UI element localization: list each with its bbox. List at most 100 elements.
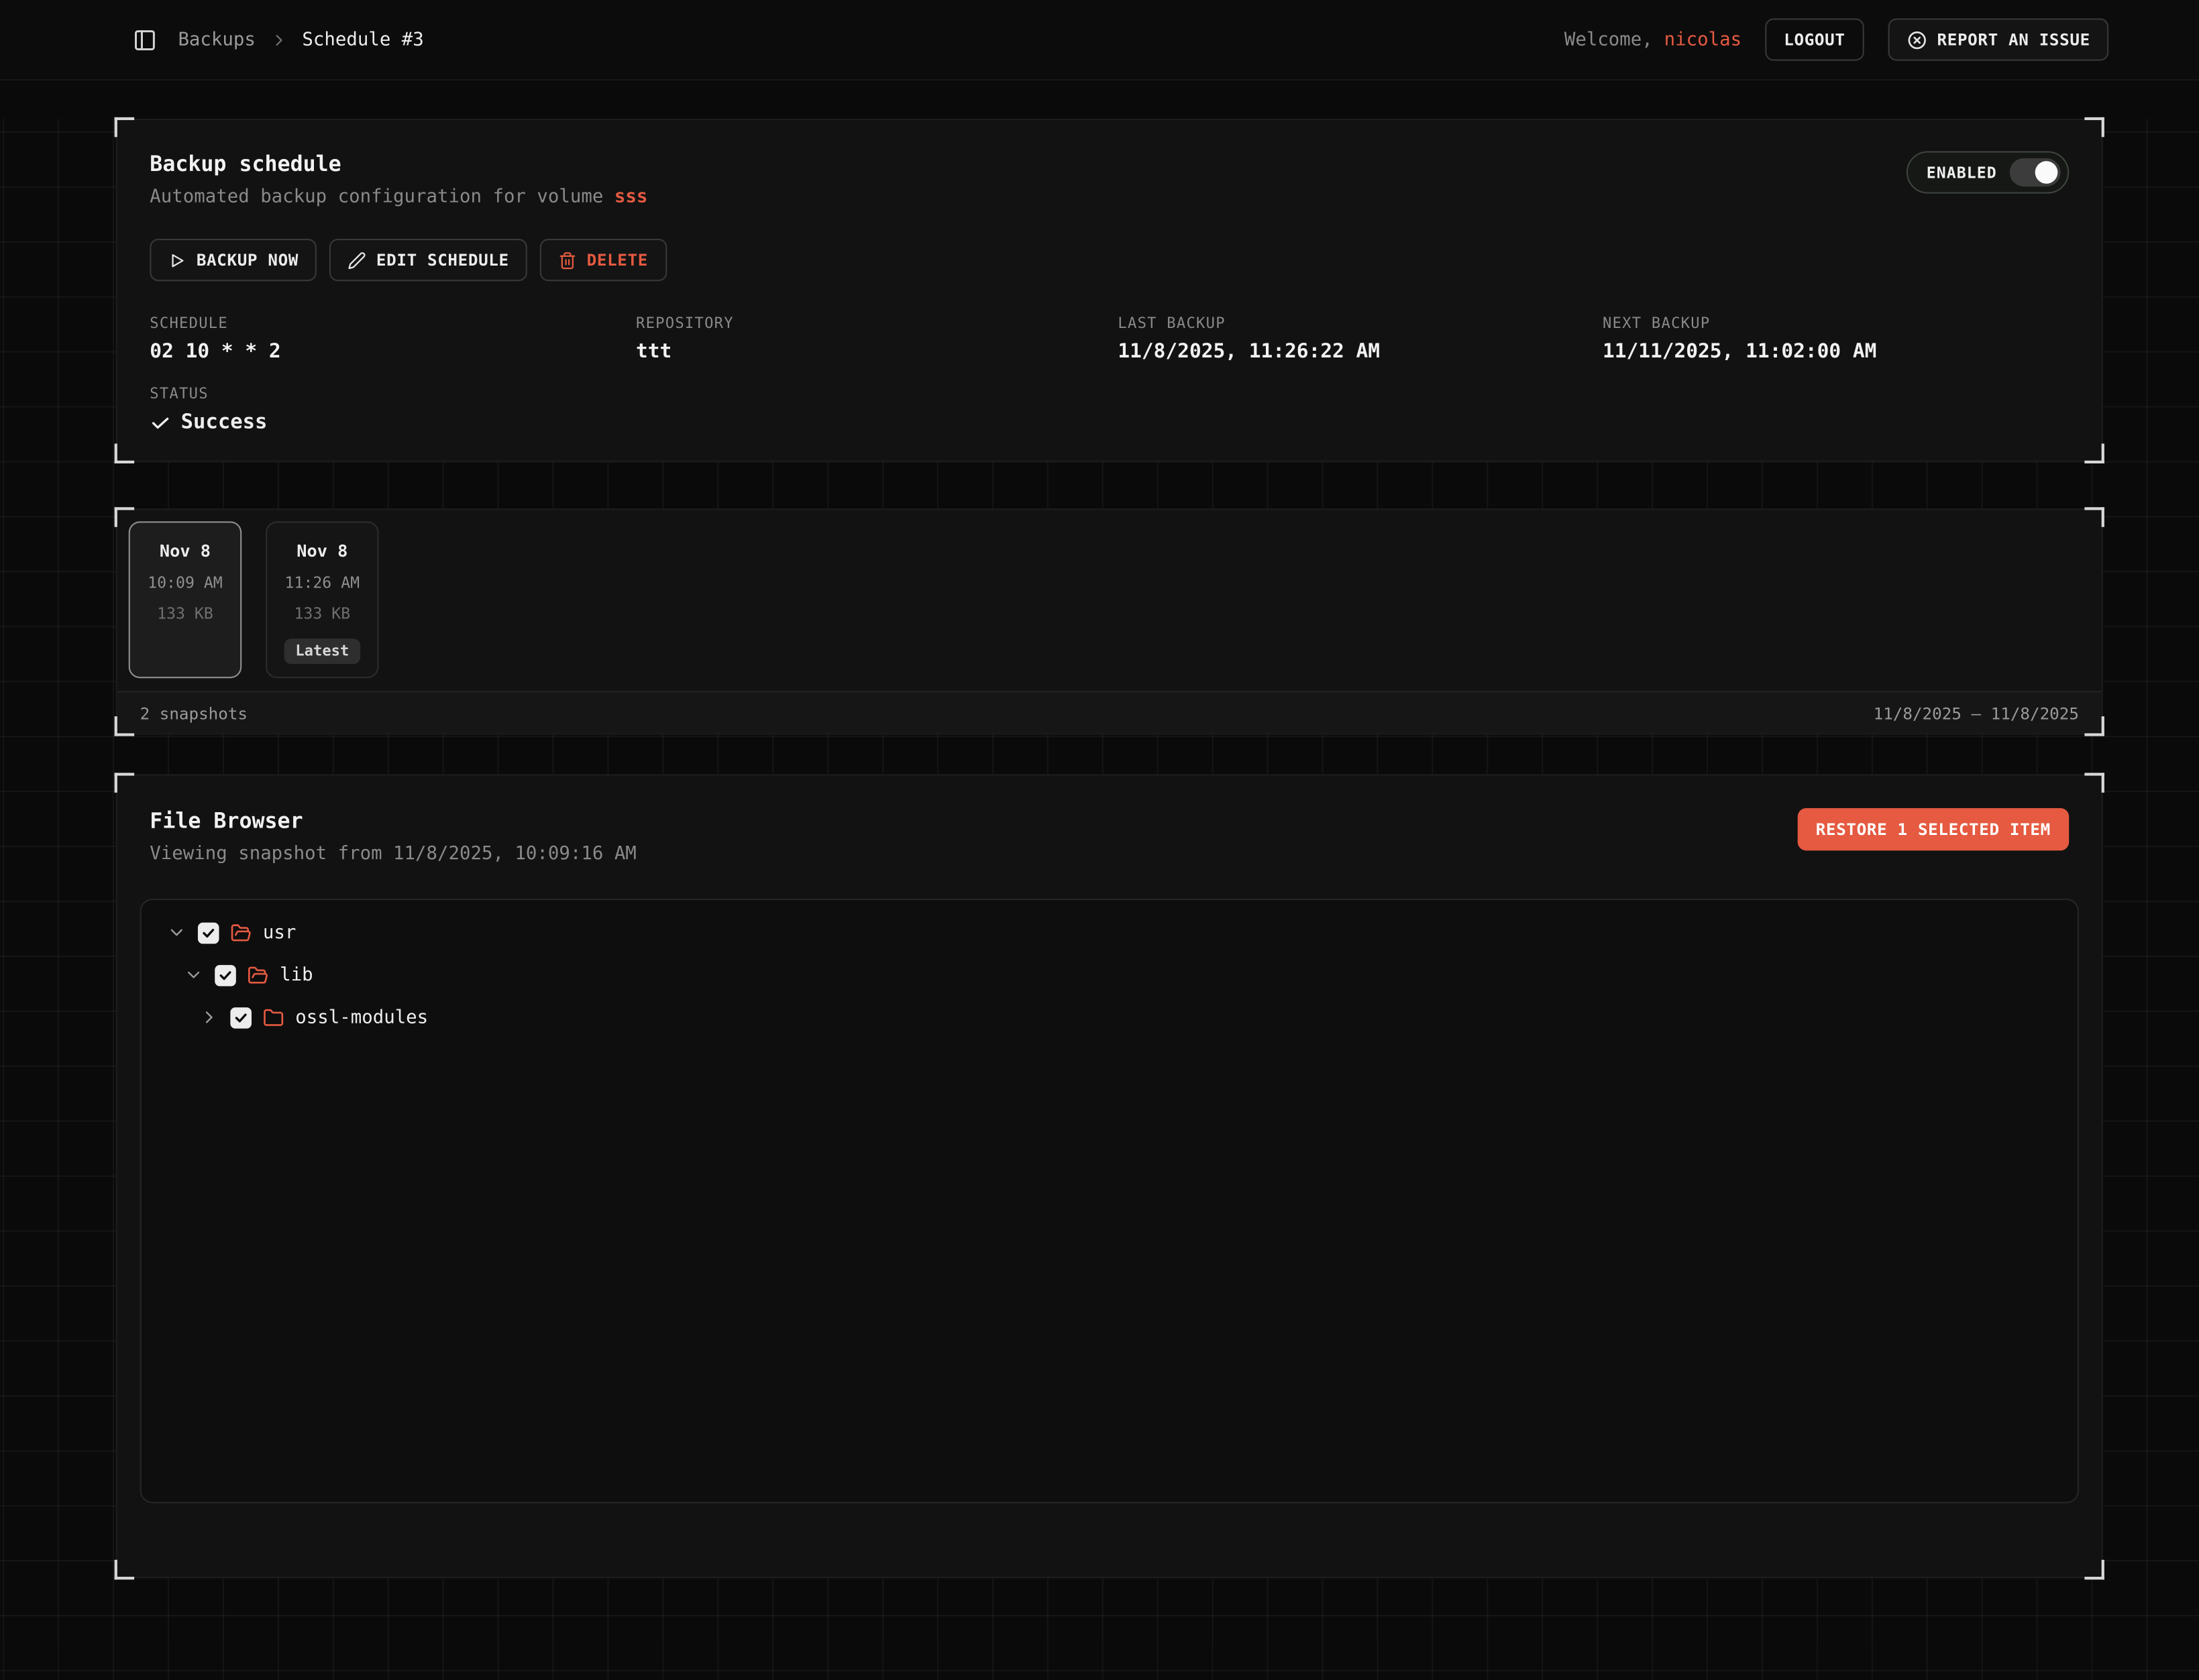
backup-now-button[interactable]: BACKUP NOW bbox=[150, 239, 317, 281]
corner-bracket bbox=[115, 1560, 134, 1579]
corner-bracket bbox=[115, 716, 134, 736]
folder-open-icon bbox=[248, 964, 269, 986]
delete-label: DELETE bbox=[587, 250, 648, 270]
username: nicolas bbox=[1664, 29, 1741, 50]
logout-label: LOGOUT bbox=[1784, 30, 1845, 49]
latest-badge: Latest bbox=[284, 638, 361, 664]
field-value: ttt bbox=[636, 341, 1118, 363]
schedule-card-title: Backup schedule bbox=[150, 151, 647, 176]
chevron-right-icon bbox=[270, 30, 288, 48]
corner-bracket bbox=[115, 507, 134, 526]
toggle-switch[interactable] bbox=[2010, 158, 2061, 186]
backup-now-label: BACKUP NOW bbox=[197, 250, 299, 270]
pencil-icon bbox=[348, 251, 366, 269]
edit-schedule-label: EDIT SCHEDULE bbox=[376, 250, 509, 270]
restore-button[interactable]: RESTORE 1 SELECTED ITEM bbox=[1797, 808, 2069, 850]
top-bar: Backups Schedule #3 Welcome, nicolas LOG… bbox=[0, 0, 2199, 80]
volume-name: sss bbox=[614, 186, 647, 208]
subtitle-prefix: Automated backup configuration for volum… bbox=[150, 186, 603, 208]
schedule-card-header: Backup schedule Automated backup configu… bbox=[150, 151, 2069, 207]
snapshot-size: 133 KB bbox=[157, 605, 213, 623]
snapshots-card: Nov 8 10:09 AM 133 KB Nov 8 11:26 AM 133… bbox=[116, 508, 2103, 734]
report-issue-label: REPORT AN ISSUE bbox=[1937, 30, 2090, 49]
snapshot-range: 11/8/2025 – 11/8/2025 bbox=[1874, 703, 2079, 722]
enabled-label: ENABLED bbox=[1927, 163, 1997, 181]
panel-left-icon bbox=[132, 27, 156, 52]
field-value: 02 10 * * 2 bbox=[150, 341, 636, 363]
field-last-backup: LAST BACKUP 11/8/2025, 11:26:22 AM bbox=[1118, 315, 1603, 363]
tree-checkbox[interactable] bbox=[230, 1007, 252, 1028]
field-next-backup: NEXT BACKUP 11/11/2025, 11:02:00 AM bbox=[1603, 315, 2069, 363]
tree-row-ossl-modules[interactable]: ossl-modules bbox=[142, 996, 2078, 1038]
tree-label: ossl-modules bbox=[295, 1007, 428, 1028]
snapshot-tile-selected[interactable]: Nov 8 10:09 AM 133 KB bbox=[129, 521, 242, 678]
field-repository: REPOSITORY ttt bbox=[636, 315, 1118, 363]
schedule-actions: BACKUP NOW EDIT SCHEDULE DELETE bbox=[150, 239, 2069, 281]
field-schedule: SCHEDULE 02 10 * * 2 bbox=[150, 315, 636, 363]
corner-bracket bbox=[2084, 1560, 2104, 1579]
enabled-toggle[interactable]: ENABLED bbox=[1907, 151, 2069, 193]
backup-schedule-card: Backup schedule Automated backup configu… bbox=[116, 119, 2103, 462]
topbar-right: Welcome, nicolas LOGOUT REPORT AN ISSUE bbox=[1564, 18, 2108, 60]
file-browser-title: File Browser bbox=[150, 808, 636, 834]
corner-bracket bbox=[115, 773, 134, 792]
snapshot-time: 10:09 AM bbox=[148, 573, 223, 592]
status-value: Success bbox=[150, 411, 2069, 434]
breadcrumb: Backups Schedule #3 bbox=[178, 29, 423, 50]
schedule-card-subtitle: Automated backup configuration for volum… bbox=[150, 186, 647, 208]
field-label: NEXT BACKUP bbox=[1603, 315, 2069, 332]
chevron-right-icon[interactable] bbox=[199, 1007, 219, 1027]
corner-bracket bbox=[2084, 773, 2104, 792]
breadcrumb-current: Schedule #3 bbox=[302, 29, 423, 50]
field-label: SCHEDULE bbox=[150, 315, 636, 332]
file-browser-card: File Browser Viewing snapshot from 11/8/… bbox=[116, 774, 2103, 1578]
tree-row-lib[interactable]: lib bbox=[142, 954, 2078, 996]
tree-checkbox[interactable] bbox=[215, 964, 236, 986]
snapshot-date: Nov 8 bbox=[297, 541, 347, 561]
schedule-fields: SCHEDULE 02 10 * * 2 REPOSITORY ttt LAST… bbox=[150, 315, 2069, 363]
corner-bracket bbox=[115, 117, 134, 137]
breadcrumb-backups[interactable]: Backups bbox=[178, 29, 255, 50]
corner-bracket bbox=[2084, 444, 2104, 463]
corner-bracket bbox=[2084, 117, 2104, 137]
field-status: STATUS Success bbox=[150, 386, 2069, 434]
field-label: REPOSITORY bbox=[636, 315, 1118, 332]
tree-checkbox[interactable] bbox=[198, 922, 219, 944]
tree-label: usr bbox=[263, 922, 296, 944]
sidebar-toggle-button[interactable] bbox=[124, 19, 164, 59]
tree-row-usr[interactable]: usr bbox=[142, 911, 2078, 954]
field-label: LAST BACKUP bbox=[1118, 315, 1603, 332]
status-label: STATUS bbox=[150, 386, 2069, 402]
welcome-prefix: Welcome, bbox=[1564, 29, 1653, 50]
field-value: 11/11/2025, 11:02:00 AM bbox=[1603, 341, 2069, 363]
snapshots-footer: 2 snapshots 11/8/2025 – 11/8/2025 bbox=[117, 691, 2102, 733]
corner-bracket bbox=[2084, 716, 2104, 736]
folder-icon bbox=[263, 1007, 284, 1028]
edit-schedule-button[interactable]: EDIT SCHEDULE bbox=[329, 239, 527, 281]
snapshot-tile-latest[interactable]: Nov 8 11:26 AM 133 KB Latest bbox=[266, 521, 379, 678]
main-content: Backup schedule Automated backup configu… bbox=[0, 119, 2199, 1680]
check-icon bbox=[150, 412, 171, 433]
report-issue-button[interactable]: REPORT AN ISSUE bbox=[1888, 18, 2108, 60]
folder-open-icon bbox=[230, 922, 252, 944]
file-tree-panel: usr lib bbox=[140, 899, 2079, 1504]
app-root: Backups Schedule #3 Welcome, nicolas LOG… bbox=[0, 0, 2199, 1642]
chevron-down-icon[interactable] bbox=[167, 923, 186, 942]
chevron-down-icon[interactable] bbox=[184, 965, 203, 985]
snapshot-size: 133 KB bbox=[294, 605, 350, 623]
snapshot-count: 2 snapshots bbox=[140, 703, 248, 722]
restore-label: RESTORE 1 SELECTED ITEM bbox=[1816, 820, 2051, 839]
delete-button[interactable]: DELETE bbox=[540, 239, 666, 281]
corner-bracket bbox=[2084, 507, 2104, 526]
snapshot-time: 11:26 AM bbox=[285, 573, 360, 592]
field-value: 11/8/2025, 11:26:22 AM bbox=[1118, 341, 1603, 363]
file-browser-subtitle: Viewing snapshot from 11/8/2025, 10:09:1… bbox=[150, 844, 636, 865]
welcome-text: Welcome, nicolas bbox=[1564, 29, 1741, 50]
toggle-knob bbox=[2035, 161, 2058, 184]
snapshot-date: Nov 8 bbox=[160, 541, 211, 561]
file-browser-header: File Browser Viewing snapshot from 11/8/… bbox=[117, 808, 2102, 864]
circle-x-icon bbox=[1906, 29, 1927, 50]
corner-bracket bbox=[115, 444, 134, 463]
tree-label: lib bbox=[280, 964, 313, 986]
logout-button[interactable]: LOGOUT bbox=[1766, 18, 1864, 60]
